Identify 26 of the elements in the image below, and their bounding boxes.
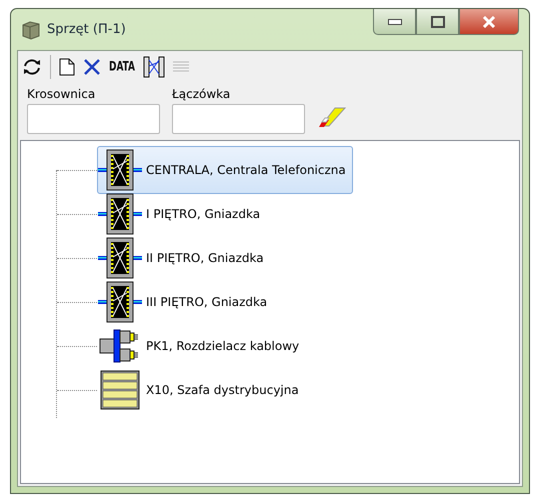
new-document-icon[interactable] [59, 58, 75, 76]
cube-icon [21, 20, 41, 40]
maximize-button[interactable] [416, 9, 459, 35]
close-button[interactable] [459, 9, 519, 35]
patch-panel-icon [98, 281, 142, 323]
close-icon [482, 16, 496, 28]
patch-panel-icon [98, 149, 142, 191]
input-field[interactable] [172, 104, 305, 134]
field-label: Krosownica [27, 87, 96, 101]
distribution-cabinet-icon [98, 370, 142, 410]
delete-icon[interactable] [83, 58, 101, 76]
patch-panel-icon [98, 193, 142, 235]
tree-item[interactable]: CENTRALA, Centrala Telefoniczna [97, 146, 353, 194]
eraser-icon[interactable] [317, 106, 347, 130]
tree-item[interactable]: PK1, Rozdzielacz kablowy [97, 326, 306, 366]
minimize-button[interactable] [373, 9, 416, 35]
minimize-icon [388, 18, 402, 24]
field-label: Łączówka [172, 87, 232, 101]
window-title: Sprzęt (П-1) [47, 22, 127, 37]
refresh-icon[interactable] [22, 57, 42, 77]
patch-panel-icon [98, 237, 142, 279]
tree-item[interactable]: X10, Szafa dystrybucyjna [97, 367, 306, 413]
maximize-icon [430, 16, 444, 28]
patch-panel-icon[interactable] [142, 56, 165, 78]
input-field[interactable] [27, 104, 160, 134]
data-button[interactable]: DATA [109, 60, 135, 74]
